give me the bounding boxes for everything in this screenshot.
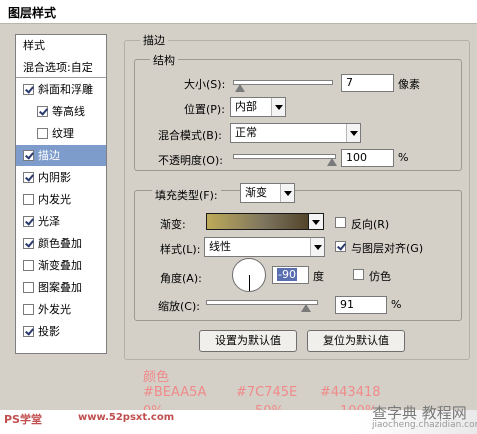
style-select[interactable]: 线性 — [204, 237, 325, 257]
blend-options-item[interactable]: 混合选项:自定 — [16, 57, 106, 78]
align-with-layer-label: 与图层对齐(G) — [351, 242, 424, 255]
angle-dial[interactable] — [232, 258, 266, 292]
position-select[interactable]: 内部 — [230, 97, 286, 117]
watermark-url: jiaocheng.chazidian.com — [372, 420, 477, 430]
chevron-down-icon — [310, 238, 324, 256]
sidebar-item-pattern-overlay[interactable]: 图案叠加 — [16, 277, 106, 298]
window-title: 图层样式 — [8, 6, 57, 20]
blend-mode-label: 混合模式(B): — [158, 129, 222, 142]
gradient-label: 渐变: — [160, 218, 186, 231]
inner-glow-checkbox[interactable] — [23, 194, 34, 205]
opacity-slider-thumb[interactable] — [327, 158, 337, 166]
opacity-label: 不透明度(O): — [158, 154, 223, 167]
angle-dial-needle — [249, 275, 250, 291]
reverse-checkbox[interactable] — [335, 217, 346, 228]
size-slider-thumb[interactable] — [235, 84, 245, 92]
fill-type-label: 填充类型(F): — [152, 187, 221, 203]
scale-input[interactable]: 91 — [335, 296, 387, 314]
sidebar-item-texture[interactable]: 纹理 — [16, 123, 106, 144]
sidebar-item-label: 等高线 — [52, 105, 85, 118]
chevron-down-icon — [346, 124, 360, 142]
position-label: 位置(P): — [184, 103, 225, 116]
opacity-slider-track[interactable] — [233, 154, 336, 159]
bevel-emboss-checkbox[interactable] — [23, 84, 34, 95]
style-list-panel: 样式 混合选项:自定 斜面和浮雕 等高线 纹理 描边 内阴影 内发光 光泽 颜色… — [15, 34, 107, 354]
align-with-layer-checkbox[interactable] — [335, 241, 346, 252]
sidebar-item-color-overlay[interactable]: 颜色叠加 — [16, 233, 106, 254]
sidebar-item-label: 光泽 — [38, 215, 60, 228]
inner-shadow-checkbox[interactable] — [23, 172, 34, 183]
footer-url: www.52psxt.com — [78, 412, 175, 423]
sidebar-item-label: 渐变叠加 — [38, 259, 82, 272]
size-slider-track[interactable] — [233, 80, 333, 85]
annotation-stop-3-color: #443418 — [320, 385, 381, 400]
sidebar-item-inner-shadow[interactable]: 内阴影 — [16, 167, 106, 188]
size-input[interactable]: 7 — [341, 74, 394, 92]
sidebar-item-label: 内阴影 — [38, 171, 71, 184]
annotation-heading: 颜色 — [143, 370, 170, 385]
sidebar-item-satin[interactable]: 光泽 — [16, 211, 106, 232]
dither-label: 仿色 — [369, 270, 391, 283]
texture-checkbox[interactable] — [37, 128, 48, 139]
style-label: 样式(L): — [160, 243, 201, 256]
angle-unit: 度 — [313, 270, 324, 283]
scale-slider-thumb[interactable] — [301, 304, 311, 312]
gradient-preview[interactable] — [206, 213, 324, 230]
sidebar-item-contour[interactable]: 等高线 — [16, 101, 106, 122]
sidebar-item-label: 投影 — [38, 325, 60, 338]
outer-glow-checkbox[interactable] — [23, 304, 34, 315]
sidebar-item-outer-glow[interactable]: 外发光 — [16, 299, 106, 320]
styles-header[interactable]: 样式 — [16, 35, 106, 56]
chevron-down-icon — [271, 98, 285, 116]
angle-label: 角度(A): — [160, 272, 202, 285]
sidebar-item-drop-shadow[interactable]: 投影 — [16, 321, 106, 342]
sidebar-item-label: 图案叠加 — [38, 281, 82, 294]
sidebar-item-label: 颜色叠加 — [38, 237, 82, 250]
style-select-value: 线性 — [209, 240, 231, 253]
blend-mode-select[interactable]: 正常 — [230, 123, 361, 143]
dither-checkbox[interactable] — [353, 269, 364, 280]
sidebar-item-inner-glow[interactable]: 内发光 — [16, 189, 106, 210]
fill-type-value: 渐变 — [245, 186, 267, 199]
size-label: 大小(S): — [184, 78, 226, 91]
gradient-dropdown[interactable] — [308, 213, 324, 230]
sidebar-item-label: 描边 — [38, 149, 60, 162]
sidebar-item-stroke[interactable]: 描边 — [16, 145, 106, 166]
chevron-down-icon — [280, 184, 294, 202]
reset-default-button[interactable]: 复位为默认值 — [307, 330, 405, 352]
opacity-unit: % — [398, 151, 409, 164]
satin-checkbox[interactable] — [23, 216, 34, 227]
color-overlay-checkbox[interactable] — [23, 238, 34, 249]
sidebar-item-label: 外发光 — [38, 303, 71, 316]
reverse-label: 反向(R) — [351, 218, 390, 231]
blend-mode-value: 正常 — [235, 126, 257, 139]
sidebar-item-label: 内发光 — [38, 193, 71, 206]
stroke-section-title: 描边 — [140, 32, 168, 48]
position-select-value: 内部 — [235, 100, 257, 113]
sidebar-item-gradient-overlay[interactable]: 渐变叠加 — [16, 255, 106, 276]
angle-input[interactable]: -90 — [272, 266, 309, 284]
set-default-button[interactable]: 设置为默认值 — [199, 330, 297, 352]
sidebar-item-label: 斜面和浮雕 — [38, 83, 93, 96]
scale-label: 缩放(C): — [158, 300, 200, 313]
structure-title: 结构 — [150, 52, 178, 68]
annotation-stop-2-color: #7C745E — [236, 385, 298, 400]
title-bar: 图层样式 — [0, 0, 477, 24]
footer-brand: PS学堂 — [4, 413, 42, 426]
pattern-overlay-checkbox[interactable] — [23, 282, 34, 293]
drop-shadow-checkbox[interactable] — [23, 326, 34, 337]
annotation-stop-1-color: #BEAA5A — [143, 385, 207, 400]
fill-type-select[interactable]: 渐变 — [240, 183, 295, 203]
opacity-input[interactable]: 100 — [341, 149, 394, 167]
stroke-checkbox[interactable] — [23, 150, 34, 161]
sidebar-item-bevel-emboss[interactable]: 斜面和浮雕 — [16, 79, 106, 100]
size-unit: 像素 — [398, 78, 420, 91]
angle-value: -90 — [277, 268, 297, 281]
sidebar-item-label: 纹理 — [52, 127, 74, 140]
contour-checkbox[interactable] — [37, 106, 48, 117]
gradient-overlay-checkbox[interactable] — [23, 260, 34, 271]
scale-unit: % — [391, 298, 402, 311]
